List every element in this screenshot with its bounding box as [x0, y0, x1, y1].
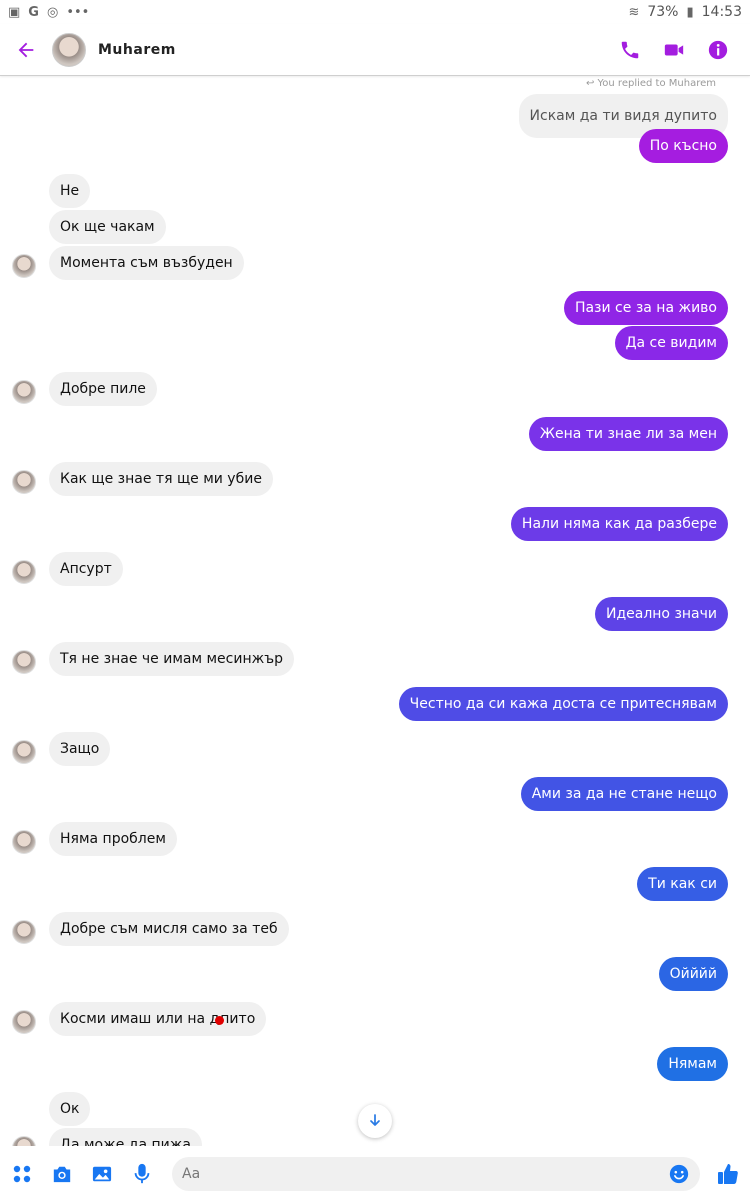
sender-avatar[interactable]	[12, 830, 36, 854]
message-bubble-incoming[interactable]: Да може да пижа	[49, 1128, 202, 1146]
message-bubble-incoming[interactable]: Добре пиле	[49, 372, 157, 406]
message-bubble-outgoing[interactable]: По късно	[638, 129, 728, 163]
message-bubble-outgoing[interactable]: Идеално значи	[594, 597, 728, 631]
message-bubble-outgoing[interactable]: Нямам	[657, 1047, 728, 1081]
voice-call-button[interactable]	[618, 38, 642, 62]
red-dot-mark	[215, 1015, 225, 1025]
message-bubble-incoming[interactable]: Ок ще чакам	[49, 210, 166, 244]
microphone-icon	[134, 1163, 150, 1184]
message-list[interactable]: ↩ You replied to Muharem Искам да ти вид…	[0, 76, 750, 1146]
sender-avatar[interactable]	[12, 1136, 36, 1146]
status-left-icons: ▣ G ◎ •••	[8, 5, 89, 20]
reply-note: ↩ You replied to Muharem	[585, 78, 716, 89]
like-button[interactable]	[716, 1162, 740, 1186]
emoji-icon[interactable]	[668, 1163, 690, 1185]
more-icon: •••	[66, 4, 90, 20]
battery-icon: ▮	[686, 4, 694, 20]
sender-avatar[interactable]	[12, 740, 36, 764]
thumbs-up-icon	[718, 1164, 738, 1184]
message-text-part: пито	[220, 1011, 256, 1027]
google-icon: G	[28, 4, 39, 20]
message-bubble-outgoing[interactable]: Честно да си кажа доста се притеснявам	[398, 687, 728, 721]
message-bubble-outgoing[interactable]: Нали няма как да разбере	[510, 507, 728, 541]
message-bubble-incoming[interactable]: Защо	[49, 732, 111, 766]
message-bubble-incoming[interactable]: Ок	[49, 1092, 91, 1126]
instagram-icon: ◎	[46, 4, 59, 20]
message-bubble-outgoing[interactable]: Ойййй	[658, 957, 728, 991]
video-camera-icon	[664, 44, 684, 55]
message-bubble-incoming[interactable]: Апсурт	[49, 552, 123, 586]
sender-avatar[interactable]	[12, 380, 36, 404]
status-bar: ▣ G ◎ ••• ≋ 73% ▮ 14:53	[0, 0, 750, 24]
sender-avatar[interactable]	[12, 650, 36, 674]
arrow-down-icon	[370, 1114, 380, 1126]
message-bubble-incoming[interactable]: Няма проблем	[49, 822, 177, 856]
phone-icon	[621, 41, 639, 58]
message-bubble-outgoing[interactable]: Да се видим	[614, 326, 728, 360]
message-bubble-incoming[interactable]: Момента съм възбуден	[49, 246, 244, 280]
camera-button[interactable]	[50, 1162, 74, 1186]
message-bubble-incoming[interactable]: Косми имаш или на д пито	[49, 1002, 267, 1036]
sender-avatar[interactable]	[12, 920, 36, 944]
gallery-button[interactable]	[90, 1162, 114, 1186]
sender-avatar[interactable]	[12, 560, 36, 584]
voice-message-button[interactable]	[130, 1162, 154, 1186]
header-actions	[618, 38, 750, 62]
status-right: ≋ 73% ▮ 14:53	[628, 4, 742, 20]
video-call-button[interactable]	[662, 38, 686, 62]
back-button[interactable]	[0, 24, 52, 76]
image-icon	[92, 1166, 112, 1182]
message-bubble-incoming[interactable]: Как ще знае тя ще ми убие	[49, 462, 273, 496]
contact-name[interactable]: Muharem	[98, 42, 176, 58]
sender-avatar[interactable]	[12, 470, 36, 494]
message-bubble-incoming[interactable]: Не	[49, 174, 91, 208]
contact-avatar[interactable]	[52, 32, 86, 67]
image-icon: ▣	[8, 4, 21, 20]
info-icon	[708, 40, 728, 59]
info-button[interactable]	[706, 38, 730, 62]
reply-icon: ↩	[585, 78, 595, 89]
back-arrow-icon	[18, 42, 34, 57]
message-input[interactable]	[182, 1166, 668, 1182]
message-bubble-outgoing[interactable]: Пази се за на живо	[563, 291, 728, 325]
message-text-part: Косми имаш или на д	[60, 1011, 220, 1027]
message-bubble-incoming[interactable]: Добре съм мисля само за теб	[49, 912, 289, 946]
wifi-icon: ≋	[628, 4, 640, 20]
message-bubble-outgoing[interactable]: Ами за да не стане нещо	[520, 777, 728, 811]
sender-avatar[interactable]	[12, 254, 36, 278]
battery-level: 73%	[647, 4, 679, 20]
camera-icon	[53, 1166, 71, 1183]
message-bubble-incoming[interactable]: Тя не знае че имам месинжър	[49, 642, 294, 676]
sender-avatar[interactable]	[12, 1010, 36, 1034]
message-bubble-outgoing[interactable]: Жена ти знае ли за мен	[528, 417, 728, 451]
more-actions-button[interactable]	[10, 1162, 34, 1186]
message-bubble-outgoing[interactable]: Ти как си	[637, 867, 728, 901]
clock: 14:53	[701, 4, 742, 20]
scroll-to-bottom-button[interactable]	[358, 1104, 392, 1138]
composer-bar	[0, 1148, 750, 1200]
chat-header: Muharem	[0, 24, 750, 76]
message-input-wrapper	[172, 1157, 700, 1191]
four-dots-icon	[13, 1165, 31, 1183]
